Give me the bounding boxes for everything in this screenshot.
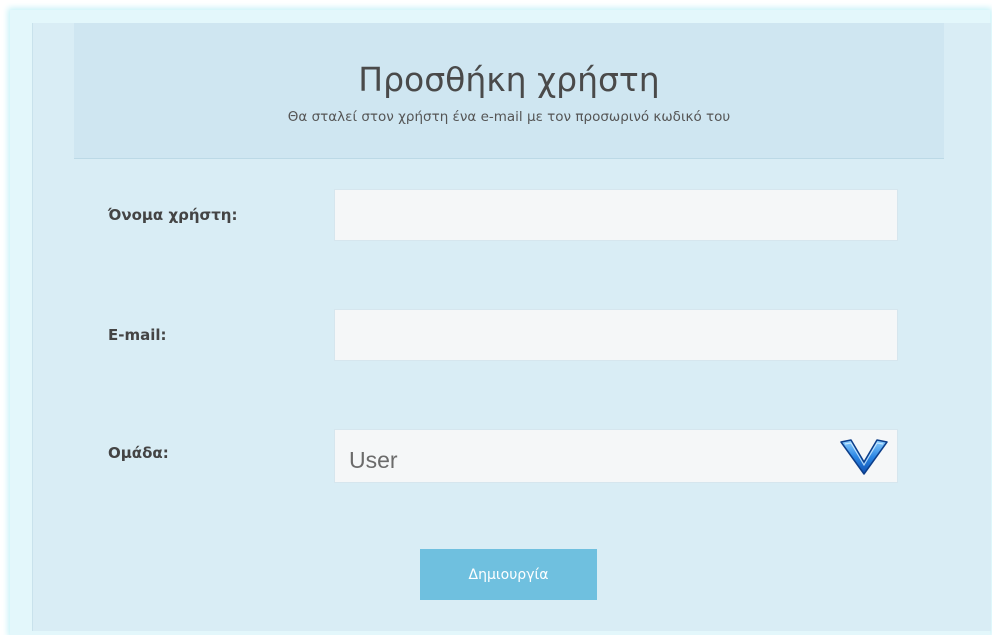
page-title: Προσθήκη χρήστη (358, 60, 660, 99)
group-select-value: User (349, 447, 398, 473)
username-input[interactable] (334, 189, 898, 241)
group-label: Ομάδα: (108, 444, 169, 462)
username-label: Όνομα χρήστη: (108, 206, 238, 224)
page-subtitle: Θα σταλεί στον χρήστη ένα e-mail με τον … (287, 109, 731, 125)
email-input[interactable] (334, 309, 898, 361)
chevron-down-icon[interactable] (839, 438, 889, 476)
create-button[interactable]: Δημιουργία (420, 549, 597, 600)
email-label: E-mail: (108, 326, 167, 344)
group-select[interactable]: User (334, 429, 898, 483)
form-header: Προσθήκη χρήστη Θα σταλεί στον χρήστη έν… (74, 23, 944, 159)
